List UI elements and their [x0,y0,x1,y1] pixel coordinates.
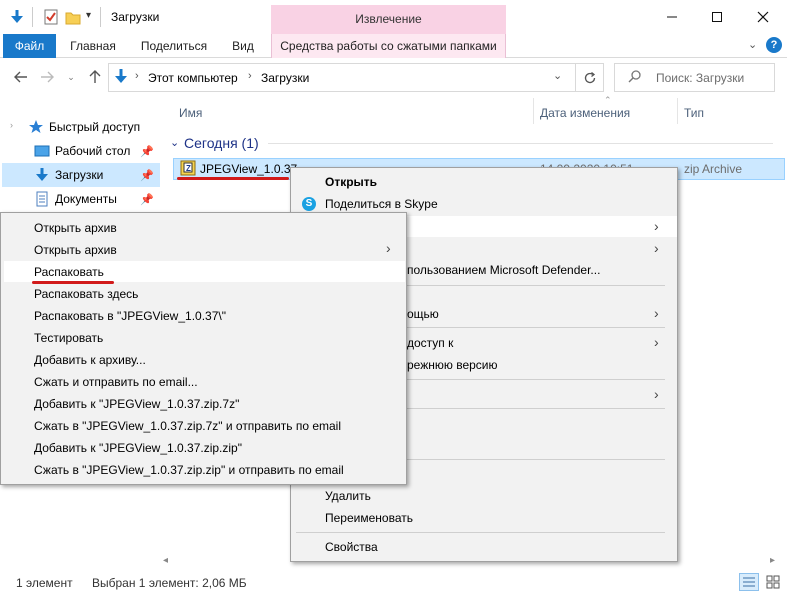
file-name[interactable]: JPEGView_1.0.37 [200,162,297,176]
submenu-item-add-to-zip[interactable]: Добавить к "JPEGView_1.0.37.zip.zip" [34,441,242,455]
submenu-item-compress-7z-email[interactable]: Сжать в "JPEGView_1.0.37.zip.7z" и отпра… [34,419,341,433]
menu-item-defender-scan[interactable]: пользованием Microsoft Defender... [407,263,600,277]
menu-item-give-access[interactable]: доступ к [407,336,453,350]
menu-item-delete[interactable]: Удалить [325,489,371,503]
sidebar-item-label: Документы [55,192,117,206]
breadcrumb-this-pc[interactable]: Этот компьютер [148,71,238,85]
submenu-item-test[interactable]: Тестировать [34,331,103,345]
sidebar-item-label: Рабочий стол [55,144,131,158]
tab-view[interactable]: Вид [222,34,264,58]
submenu-arrow-icon: › [654,218,659,234]
up-arrow-icon[interactable] [84,66,106,88]
breadcrumb-downloads[interactable]: Загрузки [261,71,309,85]
submenu-arrow-icon: › [654,386,659,402]
new-folder-icon[interactable] [64,8,82,26]
details-view-icon[interactable] [739,573,759,591]
file-type: zip Archive [684,162,743,176]
column-divider[interactable] [533,98,534,124]
star-icon [28,119,44,135]
sort-chevron-icon: ⌃ [604,95,612,105]
svg-text:Z: Z [186,164,191,173]
submenu-item-open-archive-as[interactable]: Открыть архив [34,243,117,257]
refresh-icon[interactable] [576,63,604,92]
sidebar-item-downloads[interactable]: Загрузки 📌 [2,163,160,187]
forward-arrow-icon[interactable] [36,66,58,88]
qa-separator-2 [100,7,101,27]
tab-file[interactable]: Файл [3,34,56,58]
submenu-item-extract[interactable]: Распаковать [34,265,104,279]
help-icon[interactable]: ? [766,37,782,53]
breadcrumb-separator: › [248,70,252,82]
window-title: Загрузки [111,10,160,24]
properties-icon[interactable] [42,8,60,26]
desktop-icon [34,143,50,159]
qa-customize-icon[interactable]: ▾ [86,10,91,21]
submenu-item-add-to-7z[interactable]: Добавить к "JPEGView_1.0.37.zip.7z" [34,397,239,411]
sidebar-item-desktop[interactable]: Рабочий стол 📌 [2,139,160,163]
back-arrow-icon[interactable] [10,66,32,88]
submenu-item-compress-zip-email[interactable]: Сжать в "JPEGView_1.0.37.zip.zip" и отпр… [34,463,344,477]
download-folder-icon [8,8,26,26]
filename-underline-marker [177,177,289,180]
extract-underline-marker [32,281,114,284]
status-item-count: 1 элемент [16,576,73,590]
group-header[interactable]: Сегодня (1) [184,135,259,151]
tab-compressed-folder-tools[interactable]: Средства работы со сжатыми папками [271,34,506,58]
submenu-arrow-icon: › [654,240,659,256]
menu-item-7zip-highlight[interactable] [407,216,677,237]
submenu-arrow-icon: › [386,240,391,256]
scroll-right-arrow-icon[interactable]: ▸ [770,555,775,566]
pin-icon[interactable]: 📌 [140,169,154,182]
sidebar-item-label: Загрузки [55,168,104,182]
recent-chevron-icon[interactable]: ⌄ [60,66,82,88]
menu-item-open-with[interactable]: ощью [407,307,439,321]
column-header-type[interactable]: Тип [684,106,704,120]
pin-icon[interactable]: 📌 [140,193,154,206]
download-icon [34,167,50,183]
submenu-arrow-icon: › [654,305,659,321]
menu-item-properties[interactable]: Свойства [325,540,378,554]
sidebar-item-label: Быстрый доступ [49,120,141,134]
submenu-item-open-archive[interactable]: Открыть архив [34,221,117,235]
group-collapse-chevron-icon[interactable]: ⌄ [170,136,179,149]
search-icon [628,69,642,86]
extract-context-header: Извлечение [271,5,506,34]
address-history-chevron-icon[interactable]: ⌄ [553,69,562,82]
menu-item-share-skype[interactable]: Поделиться в Skype [325,197,438,211]
column-divider[interactable] [677,98,678,124]
submenu-item-add-to-archive[interactable]: Добавить к архиву... [34,353,146,367]
tab-share[interactable]: Поделиться [134,34,214,58]
submenu-arrow-icon: › [654,334,659,350]
maximize-button[interactable] [694,0,740,34]
address-folder-icon [113,68,129,89]
large-icons-view-icon[interactable] [764,573,782,591]
tab-home[interactable]: Главная [60,34,126,58]
column-header-date[interactable]: Дата изменения [540,106,630,120]
menu-separator [296,532,665,533]
menu-item-restore-previous[interactable]: режнюю версию [407,358,498,372]
sidebar-item-quick-access[interactable]: Быстрый доступ [2,115,160,139]
submenu-item-extract-here[interactable]: Распаковать здесь [34,287,138,301]
close-button[interactable] [740,0,786,34]
group-divider [268,143,773,144]
menu-item-rename[interactable]: Переименовать [325,511,413,525]
scroll-left-arrow-icon[interactable]: ◂ [163,555,168,566]
skype-icon: S [302,197,316,211]
search-placeholder: Поиск: Загрузки [656,71,745,85]
minimize-button[interactable] [649,0,695,34]
documents-icon [34,191,50,207]
submenu-item-extract-to-folder[interactable]: Распаковать в "JPEGView_1.0.37\" [34,309,226,323]
pin-icon[interactable]: 📌 [140,145,154,158]
submenu-item-compress-email[interactable]: Сжать и отправить по email... [34,375,198,389]
status-selection: Выбран 1 элемент: 2,06 МБ [92,576,247,590]
ribbon-expand-icon[interactable]: ⌄ [748,38,757,51]
column-header-name[interactable]: Имя [179,106,202,120]
menu-item-open[interactable]: Открыть [325,175,377,189]
sidebar-item-documents[interactable]: Документы 📌 [2,187,160,211]
qa-separator [32,7,33,27]
breadcrumb-separator: › [135,70,139,82]
